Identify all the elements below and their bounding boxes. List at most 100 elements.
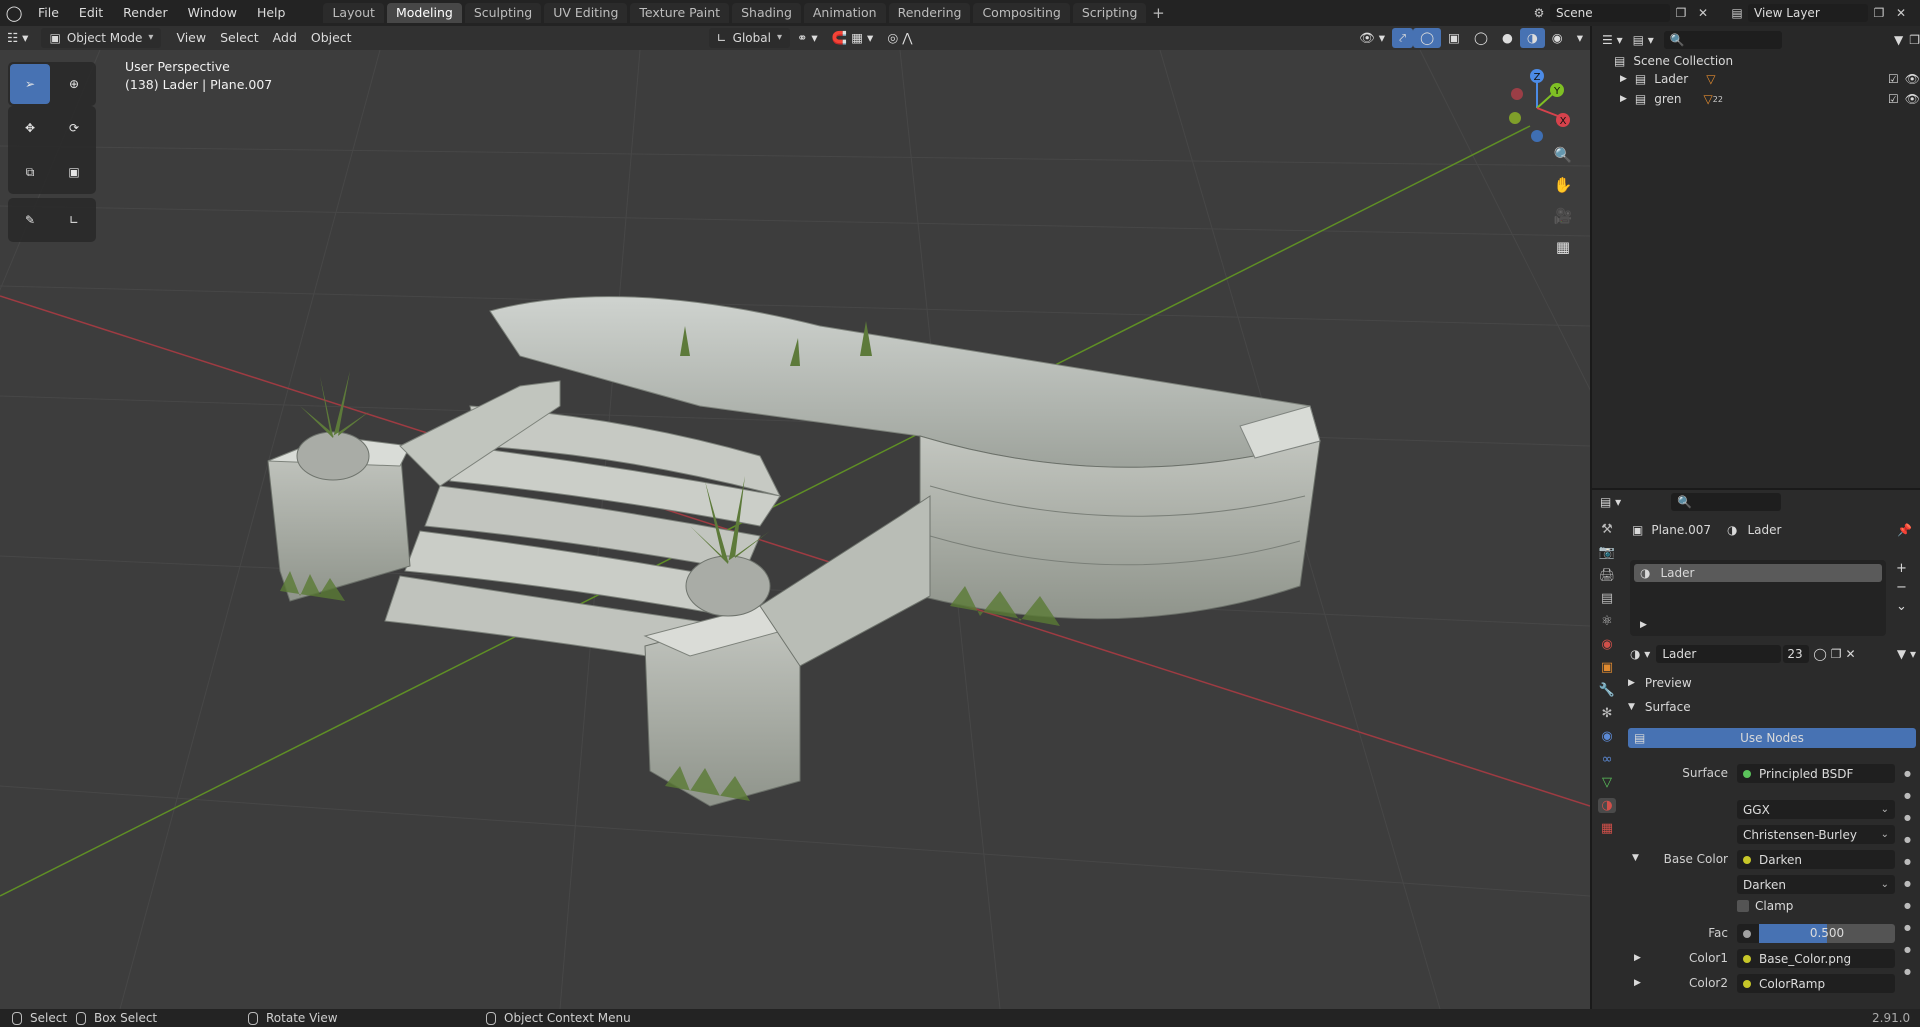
surface-shader-field[interactable]: Principled BSDF xyxy=(1737,764,1895,783)
navigation-gizmo[interactable]: Z Y X xyxy=(1495,66,1575,146)
menu-file[interactable]: File xyxy=(28,0,69,26)
overlay-toggle-icon[interactable]: ◯ xyxy=(1413,28,1442,48)
tab-uv-editing[interactable]: UV Editing xyxy=(544,3,628,23)
add-slot-button[interactable]: + xyxy=(1896,561,1907,576)
pan-hand-icon[interactable]: ✋ xyxy=(1550,172,1576,198)
properties-editor-icon[interactable]: ▤ ▾ xyxy=(1600,495,1621,509)
material-users-count[interactable]: 23 xyxy=(1783,645,1810,663)
expand-arrow-icon[interactable]: ▶ xyxy=(1620,74,1627,84)
outliner-editor-icon[interactable]: ☰ ▾ xyxy=(1602,33,1623,47)
particles-tab-icon[interactable]: ✻ xyxy=(1602,706,1613,721)
scale-tool[interactable]: ⧉ xyxy=(10,152,50,192)
shading-rendered-icon[interactable]: ◉ xyxy=(1545,28,1570,48)
perspective-grid-icon[interactable]: ▦ xyxy=(1550,234,1576,260)
clamp-checkbox-row[interactable]: Clamp xyxy=(1737,899,1793,913)
tab-compositing[interactable]: Compositing xyxy=(973,3,1070,23)
keyframe-dot-icon[interactable]: ● xyxy=(1904,967,1911,976)
clamp-checkbox[interactable] xyxy=(1737,900,1749,912)
tab-layout[interactable]: Layout xyxy=(323,3,384,23)
slot-specials-icon[interactable]: ⌄ xyxy=(1896,599,1907,614)
object-tab-icon[interactable]: ▣ xyxy=(1601,660,1613,675)
view-layer-tab-icon[interactable]: ▤ xyxy=(1601,591,1613,606)
filter-icon[interactable]: ▼ xyxy=(1894,33,1903,47)
material-slot-item[interactable]: ◑ Lader xyxy=(1634,564,1882,582)
add-workspace-button[interactable]: + xyxy=(1149,3,1167,23)
cursor-tool[interactable]: ⊕ xyxy=(54,64,94,104)
subsurface-method-dropdown[interactable]: Christensen-Burley ⌄ xyxy=(1737,825,1895,844)
eye-icon[interactable]: 👁 xyxy=(1905,92,1920,106)
scene-field[interactable]: Scene xyxy=(1550,4,1670,22)
new-scene-icon[interactable]: ❐ xyxy=(1670,4,1692,22)
menu-window[interactable]: Window xyxy=(178,0,247,26)
exclude-checkbox[interactable]: ☑ xyxy=(1888,72,1899,86)
properties-search-input[interactable]: 🔍 xyxy=(1671,493,1782,511)
keyframe-dot-icon[interactable]: ● xyxy=(1904,945,1911,954)
blender-logo-icon[interactable]: ◯ xyxy=(0,0,28,26)
keyframe-dot-icon[interactable]: ● xyxy=(1904,791,1911,800)
annotate-tool[interactable]: ✎ xyxy=(10,200,50,240)
transform-orientation-dropdown[interactable]: ∟ Global ▾ xyxy=(708,28,790,48)
scene-collection-row[interactable]: ▤ Scene Collection xyxy=(1614,54,1733,68)
expand-arrow-icon[interactable]: ▶ xyxy=(1640,620,1647,630)
menu-help[interactable]: Help xyxy=(247,0,296,26)
outliner-search-input[interactable]: 🔍 xyxy=(1663,31,1782,49)
measure-tool[interactable]: ∟ xyxy=(54,200,94,240)
keyframe-dot-icon[interactable]: ● xyxy=(1904,835,1911,844)
outliner-item-gren[interactable]: ▶ ▤ gren ▽ 22 ☑ 👁 xyxy=(1620,92,1920,106)
menu-object[interactable]: Object xyxy=(304,28,359,48)
rotate-tool[interactable]: ⟳ xyxy=(54,108,94,148)
3d-viewport[interactable]: ☷ ▾ ▣ Object Mode ▾ View Select Add Obje… xyxy=(0,26,1590,1009)
panel-surface[interactable]: ▼ Surface xyxy=(1628,700,1691,714)
data-tab-icon[interactable]: ▽ xyxy=(1602,775,1612,790)
eye-icon[interactable]: 👁 xyxy=(1905,72,1920,86)
shading-wireframe-icon[interactable]: ◯ xyxy=(1467,28,1495,48)
tab-scripting[interactable]: Scripting xyxy=(1072,3,1147,23)
output-tab-icon[interactable]: 🖨 xyxy=(1599,568,1616,583)
pin-icon[interactable]: 📌 xyxy=(1897,523,1912,537)
new-collection-icon[interactable]: ❐ xyxy=(1909,33,1920,47)
move-tool[interactable]: ✥ xyxy=(10,108,50,148)
blend-mode-dropdown[interactable]: Darken ⌄ xyxy=(1737,875,1895,894)
select-box-tool[interactable]: ➢ xyxy=(10,64,50,104)
physics-tab-icon[interactable]: ◉ xyxy=(1601,729,1612,744)
tool-tab-icon[interactable]: ⚒ xyxy=(1601,522,1613,537)
fake-user-icon[interactable]: ◯ xyxy=(1813,647,1826,661)
exclude-checkbox[interactable]: ☑ xyxy=(1888,92,1899,106)
shading-solid-icon[interactable]: ● xyxy=(1495,28,1520,48)
pivot-icon[interactable]: ⚭ ▾ xyxy=(790,28,825,48)
material-tab-icon[interactable]: ◑ xyxy=(1598,798,1616,813)
color1-field[interactable]: Base_Color.png xyxy=(1737,949,1895,968)
keyframe-dot-icon[interactable]: ● xyxy=(1904,857,1911,866)
menu-edit[interactable]: Edit xyxy=(69,0,113,26)
tab-rendering[interactable]: Rendering xyxy=(888,3,971,23)
xray-icon[interactable]: ▣ xyxy=(1441,28,1467,48)
menu-view[interactable]: View xyxy=(169,28,213,48)
keyframe-dot-icon[interactable]: ● xyxy=(1904,813,1911,822)
fac-slider[interactable]: 0.500 xyxy=(1737,924,1895,943)
texture-tab-icon[interactable]: ▦ xyxy=(1601,821,1613,836)
modifier-tab-icon[interactable]: 🔧 xyxy=(1599,683,1615,698)
outliner-item-lader[interactable]: ▶ ▤ Lader ▽ ☑ 👁 xyxy=(1620,72,1920,86)
tab-texture-paint[interactable]: Texture Paint xyxy=(630,3,730,23)
keyframe-dot-icon[interactable]: ● xyxy=(1904,901,1911,910)
delete-scene-icon[interactable]: ✕ xyxy=(1692,4,1714,22)
display-mode-icon[interactable]: ▤ ▾ xyxy=(1633,33,1654,47)
tab-sculpting[interactable]: Sculpting xyxy=(464,3,542,23)
snap-icon[interactable]: 🧲 ▦ ▾ xyxy=(825,28,881,48)
keyframe-dot-icon[interactable]: ● xyxy=(1904,769,1911,778)
link-dropdown-icon[interactable]: ▼ ▾ xyxy=(1897,647,1916,661)
duplicate-material-icon[interactable]: ❐ xyxy=(1831,647,1842,661)
browse-material-icon[interactable]: ◑ ▾ xyxy=(1630,647,1650,661)
zoom-icon[interactable]: 🔍 xyxy=(1550,142,1576,168)
color2-field[interactable]: ColorRamp xyxy=(1737,974,1895,993)
transform-tool[interactable]: ▣ xyxy=(54,152,94,192)
expanded-arrow-icon[interactable]: ▼ xyxy=(1632,853,1639,863)
tab-shading[interactable]: Shading xyxy=(732,3,801,23)
shading-options-icon[interactable]: ▾ xyxy=(1570,28,1590,48)
editor-type-icon[interactable]: ☷ ▾ xyxy=(0,28,35,48)
scene-tab-icon[interactable]: ⚛ xyxy=(1601,614,1613,629)
unlink-material-icon[interactable]: ✕ xyxy=(1846,647,1856,661)
distribution-dropdown[interactable]: GGX ⌄ xyxy=(1737,800,1895,819)
shading-material-icon[interactable]: ◑ xyxy=(1519,28,1545,48)
tab-animation[interactable]: Animation xyxy=(803,3,886,23)
